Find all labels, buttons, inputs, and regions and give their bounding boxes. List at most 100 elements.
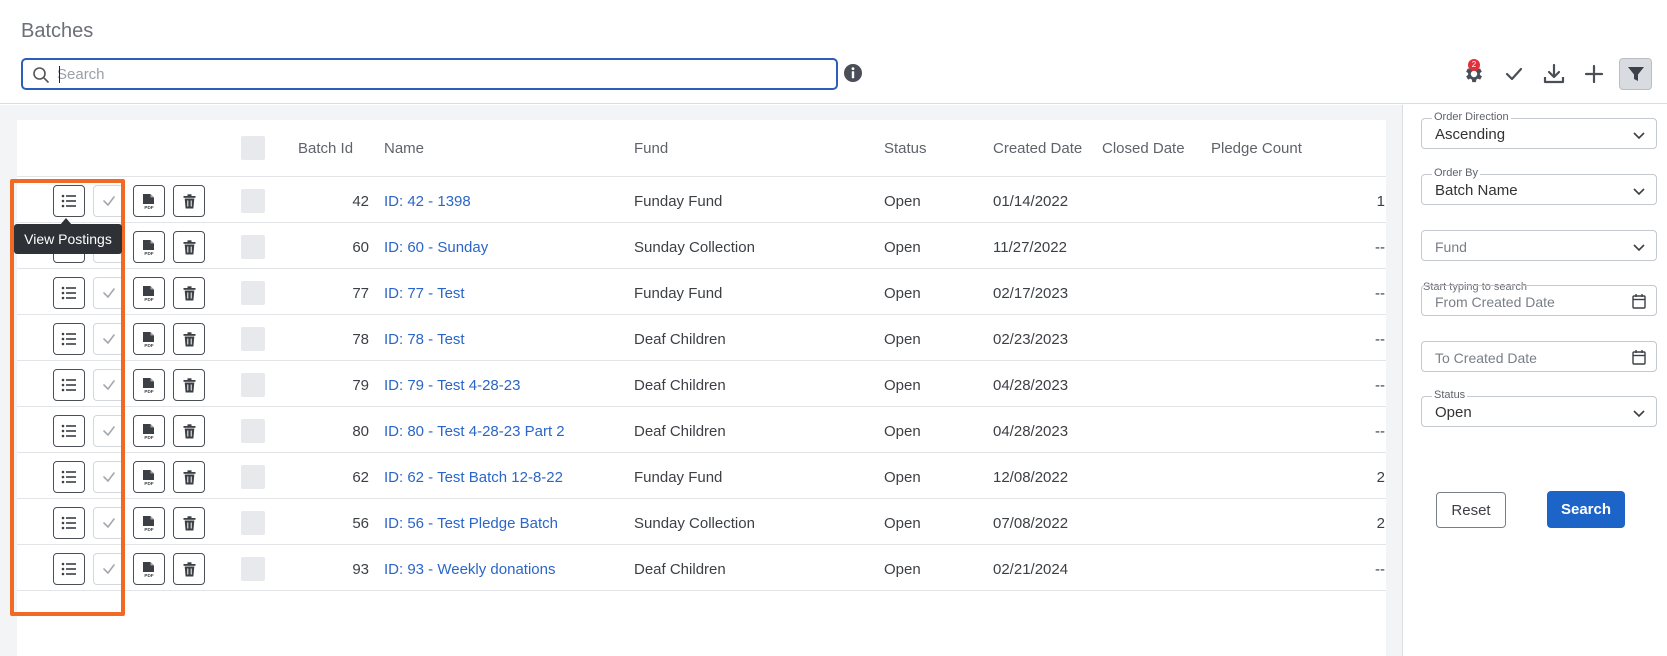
created-date-cell: 02/23/2023	[993, 331, 1069, 348]
pdf-export-button[interactable]: PDF	[133, 323, 165, 355]
from-created-date-field[interactable]: From Created Date	[1421, 285, 1657, 316]
created-date-cell: 11/27/2022	[993, 239, 1067, 256]
approve-batch-button[interactable]	[93, 369, 125, 401]
pdf-export-button[interactable]: PDF	[133, 415, 165, 447]
status-cell: Open	[884, 515, 921, 532]
search-button[interactable]: Search	[1547, 491, 1625, 528]
status-select[interactable]: Status Open	[1421, 389, 1657, 427]
approve-batch-button[interactable]	[93, 415, 125, 447]
pdf-export-button[interactable]: PDF	[133, 277, 165, 309]
batch-name-link[interactable]: ID: 62 - Test Batch 12-8-22	[384, 469, 563, 486]
select-all-checkbox[interactable]	[241, 136, 265, 160]
delete-batch-button[interactable]	[173, 461, 205, 493]
approve-all-button[interactable]	[1500, 60, 1528, 88]
batch-name-link[interactable]: ID: 56 - Test Pledge Batch	[384, 515, 558, 532]
list-icon	[61, 332, 76, 346]
col-closed-date[interactable]: Closed Date	[1102, 140, 1185, 157]
batches-table: Batch Id Name Fund Status Created Date C…	[17, 120, 1386, 656]
col-status[interactable]: Status	[884, 140, 927, 157]
batch-name-link[interactable]: ID: 42 - 1398	[384, 193, 471, 210]
batch-name-link[interactable]: ID: 77 - Test	[384, 285, 465, 302]
calendar-icon[interactable]	[1632, 293, 1646, 309]
view-postings-button[interactable]	[53, 185, 85, 217]
row-checkbox[interactable]	[241, 327, 265, 351]
from-date-placeholder: From Created Date	[1435, 294, 1555, 310]
delete-batch-button[interactable]	[173, 369, 205, 401]
plus-icon	[1584, 64, 1604, 84]
view-postings-button[interactable]	[53, 323, 85, 355]
info-icon[interactable]	[843, 63, 863, 83]
to-created-date-field[interactable]: To Created Date	[1421, 341, 1657, 372]
view-postings-button[interactable]	[53, 553, 85, 585]
col-created-date[interactable]: Created Date	[993, 140, 1082, 157]
approve-batch-button[interactable]	[93, 553, 125, 585]
approve-batch-button[interactable]	[93, 507, 125, 539]
row-checkbox[interactable]	[241, 235, 265, 259]
calendar-icon[interactable]	[1632, 349, 1646, 365]
batch-id: 56	[352, 515, 369, 532]
view-postings-button[interactable]	[53, 415, 85, 447]
table-header: Batch Id Name Fund Status Created Date C…	[17, 120, 1386, 177]
batch-name-link[interactable]: ID: 79 - Test 4-28-23	[384, 377, 520, 394]
delete-batch-button[interactable]	[173, 553, 205, 585]
col-name[interactable]: Name	[384, 140, 424, 157]
view-postings-button[interactable]	[53, 507, 85, 539]
col-pledge-count[interactable]: Pledge Count	[1211, 140, 1302, 157]
pledge-count-cell: --	[1375, 285, 1385, 302]
delete-batch-button[interactable]	[173, 231, 205, 263]
pledge-count-cell: --	[1375, 561, 1385, 578]
approve-batch-button[interactable]	[93, 185, 125, 217]
row-checkbox[interactable]	[241, 281, 265, 305]
pdf-export-button[interactable]: PDF	[133, 369, 165, 401]
view-postings-button[interactable]	[53, 277, 85, 309]
pdf-export-button[interactable]: PDF	[133, 553, 165, 585]
svg-text:PDF: PDF	[144, 205, 153, 210]
chevron-down-icon	[1633, 132, 1645, 140]
col-fund[interactable]: Fund	[634, 140, 668, 157]
reset-button[interactable]: Reset	[1436, 492, 1506, 528]
row-checkbox[interactable]	[241, 511, 265, 535]
pledge-count-cell: --	[1375, 423, 1385, 440]
approve-batch-button[interactable]	[93, 461, 125, 493]
row-checkbox[interactable]	[241, 465, 265, 489]
pdf-export-button[interactable]: PDF	[133, 461, 165, 493]
list-icon	[61, 516, 76, 530]
download-button[interactable]	[1540, 60, 1568, 88]
approve-batch-button[interactable]	[93, 323, 125, 355]
pdf-icon: PDF	[143, 515, 154, 532]
batch-name-link[interactable]: ID: 93 - Weekly donations	[384, 561, 555, 578]
batch-name-link[interactable]: ID: 80 - Test 4-28-23 Part 2	[384, 423, 565, 440]
row-checkbox[interactable]	[241, 557, 265, 581]
status-label: Status	[1432, 389, 1468, 401]
batch-name-link[interactable]: ID: 60 - Sunday	[384, 239, 488, 256]
pdf-export-button[interactable]: PDF	[133, 231, 165, 263]
fund-autocomplete[interactable]: Fund	[1421, 230, 1657, 261]
delete-batch-button[interactable]	[173, 415, 205, 447]
chevron-down-icon	[1633, 244, 1645, 252]
view-postings-button[interactable]	[53, 461, 85, 493]
delete-batch-button[interactable]	[173, 323, 205, 355]
search-input[interactable]	[57, 62, 827, 86]
delete-batch-button[interactable]	[173, 277, 205, 309]
chevron-down-icon	[1633, 188, 1645, 196]
row-checkbox[interactable]	[241, 373, 265, 397]
batch-id: 78	[352, 331, 369, 348]
order-by-select[interactable]: Order By Batch Name	[1421, 167, 1657, 205]
delete-batch-button[interactable]	[173, 185, 205, 217]
view-postings-tooltip: View Postings	[14, 224, 122, 254]
search-box[interactable]	[21, 58, 838, 90]
approve-batch-button[interactable]	[93, 277, 125, 309]
pdf-export-button[interactable]: PDF	[133, 507, 165, 539]
col-batch-id[interactable]: Batch Id	[298, 140, 353, 157]
row-checkbox[interactable]	[241, 189, 265, 213]
batch-name-link[interactable]: ID: 78 - Test	[384, 331, 465, 348]
view-postings-button[interactable]	[53, 369, 85, 401]
add-batch-button[interactable]	[1580, 60, 1608, 88]
trash-icon	[183, 515, 195, 530]
status-cell: Open	[884, 469, 921, 486]
filter-button[interactable]	[1619, 58, 1652, 90]
order-direction-select[interactable]: Order Direction Ascending	[1421, 111, 1657, 149]
row-checkbox[interactable]	[241, 419, 265, 443]
pdf-export-button[interactable]: PDF	[133, 185, 165, 217]
delete-batch-button[interactable]	[173, 507, 205, 539]
